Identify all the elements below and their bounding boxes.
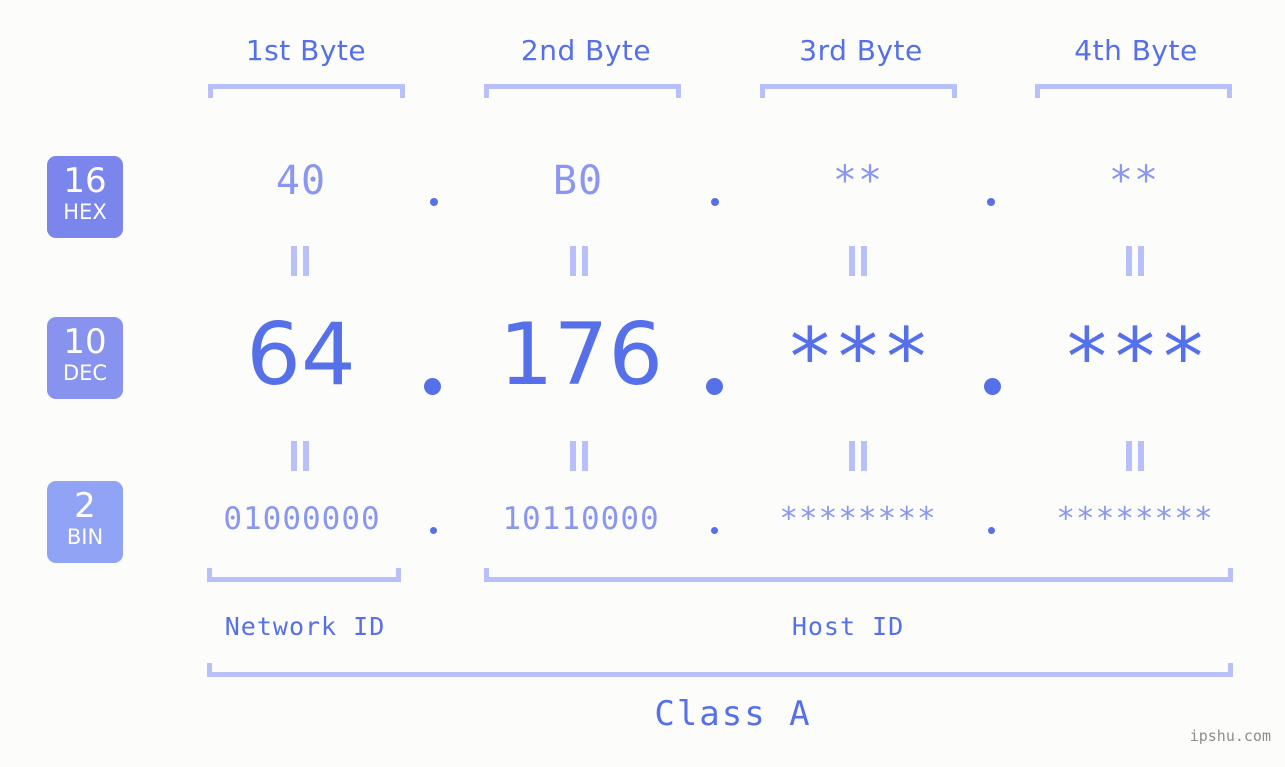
byte-header-label-2: 2nd Byte xyxy=(520,34,652,67)
byte-header-label-3: 3rd Byte xyxy=(799,34,923,67)
hex-value-byte-4: ** xyxy=(1108,158,1160,204)
host-id-label: Host ID xyxy=(791,612,905,641)
site-watermark: ipshu.com xyxy=(1189,727,1271,745)
hex-value-byte-1: 40 xyxy=(275,158,327,204)
ip-address-breakdown-diagram: 1st Byte 2nd Byte 3rd Byte 4th Byte 16 H… xyxy=(0,0,1285,767)
equals-connector-hex-dec-2 xyxy=(568,246,590,276)
base-badge-hex: 16 HEX xyxy=(47,156,123,238)
bin-value-byte-3: ******** xyxy=(779,501,937,537)
dec-value-byte-1: 64 xyxy=(246,305,356,405)
bin-value-byte-4: ******** xyxy=(1056,501,1214,537)
bin-separator-dot-3 xyxy=(988,527,995,534)
byte-bracket-top-3 xyxy=(760,84,957,98)
equals-connector-dec-bin-3 xyxy=(847,441,869,471)
host-id-bracket xyxy=(484,568,1233,582)
byte-bracket-top-1 xyxy=(208,84,405,98)
hex-value-byte-2: B0 xyxy=(552,158,604,204)
byte-bracket-top-4 xyxy=(1035,84,1232,98)
base-badge-hex-abbr: HEX xyxy=(63,200,107,224)
base-badge-dec-number: 10 xyxy=(63,322,107,362)
equals-connector-dec-bin-2 xyxy=(568,441,590,471)
hex-separator-dot-1 xyxy=(430,198,438,206)
dec-value-byte-4: *** xyxy=(1062,311,1208,404)
hex-separator-dot-2 xyxy=(711,198,719,206)
byte-header-label-1: 1st Byte xyxy=(245,34,367,67)
bin-separator-dot-1 xyxy=(430,527,437,534)
base-badge-bin: 2 BIN xyxy=(47,481,123,563)
dec-value-byte-3: *** xyxy=(785,311,931,404)
base-badge-dec-abbr: DEC xyxy=(62,361,108,385)
dec-value-byte-2: 176 xyxy=(498,305,664,405)
class-label: Class A xyxy=(654,694,812,734)
network-id-label: Network ID xyxy=(224,612,386,641)
hex-value-byte-3: ** xyxy=(832,158,884,204)
base-badge-bin-number: 2 xyxy=(74,486,96,526)
dec-separator-dot-3 xyxy=(984,378,1001,395)
equals-connector-hex-dec-3 xyxy=(847,246,869,276)
byte-bracket-top-2 xyxy=(484,84,681,98)
network-id-bracket xyxy=(207,568,401,582)
equals-connector-hex-dec-4 xyxy=(1124,246,1146,276)
dec-separator-dot-1 xyxy=(424,378,441,395)
base-badge-hex-number: 16 xyxy=(63,161,107,201)
byte-header-label-4: 4th Byte xyxy=(1074,34,1198,67)
dec-separator-dot-2 xyxy=(706,378,723,395)
base-badge-dec: 10 DEC xyxy=(47,317,123,399)
equals-connector-hex-dec-1 xyxy=(289,246,311,276)
equals-connector-dec-bin-4 xyxy=(1124,441,1146,471)
hex-separator-dot-3 xyxy=(987,198,995,206)
base-badge-bin-abbr: BIN xyxy=(66,525,104,549)
equals-connector-dec-bin-1 xyxy=(289,441,311,471)
bin-separator-dot-2 xyxy=(711,527,718,534)
class-bracket xyxy=(207,663,1233,677)
bin-value-byte-1: 01000000 xyxy=(223,501,381,537)
bin-value-byte-2: 10110000 xyxy=(502,501,660,537)
